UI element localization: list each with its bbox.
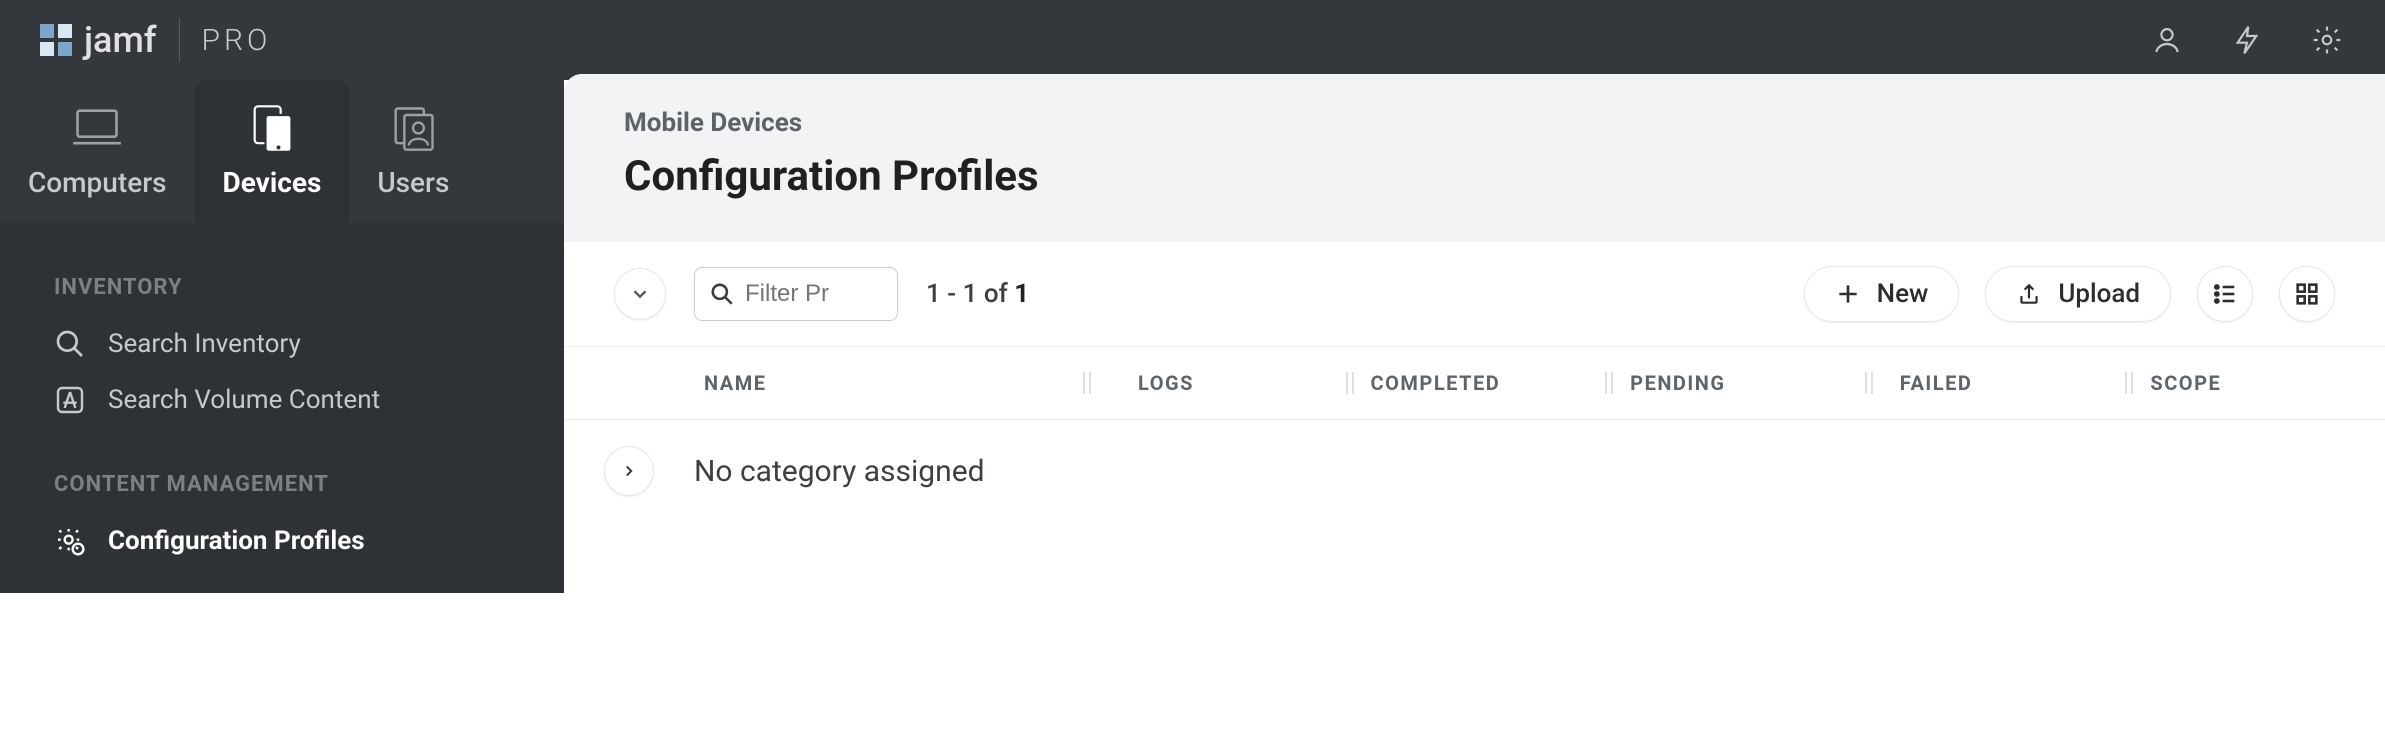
filter-input-wrap[interactable]: [694, 267, 898, 321]
brand-divider: [179, 18, 180, 62]
sidebar-item-label: Configuration Profiles: [108, 526, 365, 556]
bolt-icon[interactable]: [2229, 22, 2265, 58]
brand-wordmark: jamf: [84, 19, 157, 61]
sidebar-sections: INVENTORY Search Inventory Search Volume…: [0, 223, 564, 593]
list-view-button[interactable]: [2197, 266, 2253, 322]
toolbar-right: New Upload: [1804, 266, 2335, 322]
upload-label: Upload: [2058, 279, 2140, 309]
count-total: 1: [1014, 279, 1029, 309]
th-completed[interactable]: COMPLETED: [1361, 371, 1606, 395]
brand: jamf PRO: [40, 18, 271, 62]
brand-pro: PRO: [202, 23, 272, 58]
chevron-right-icon: [620, 462, 638, 480]
sidebar: Computers Devices Users INVENTORY Search…: [0, 80, 564, 593]
search-icon: [54, 328, 86, 360]
tab-users[interactable]: Users: [349, 80, 477, 223]
toolbar-left: 1 - 1 of 1: [614, 267, 1029, 321]
sidebar-heading-inventory: INVENTORY: [0, 263, 564, 316]
account-icon[interactable]: [2149, 22, 2185, 58]
count-of-word: of: [984, 279, 1014, 309]
th-scope[interactable]: SCOPE: [2140, 371, 2385, 395]
toolbar: 1 - 1 of 1 New Upload: [564, 241, 2385, 347]
tab-label: Computers: [28, 166, 167, 199]
th-failed[interactable]: FAILED: [1880, 371, 2126, 395]
upload-button[interactable]: Upload: [1985, 266, 2171, 322]
table-row: No category assigned: [564, 420, 2385, 522]
new-button[interactable]: New: [1804, 266, 1960, 322]
upload-icon: [2016, 281, 2042, 307]
table-header: NAME LOGS COMPLETED PENDING FAILED SCOPE: [564, 347, 2385, 420]
expand-all-button[interactable]: [614, 268, 666, 320]
new-label: New: [1877, 279, 1929, 309]
row-category-label: No category assigned: [694, 454, 985, 489]
jamf-logo-icon: [40, 24, 72, 56]
topbar-actions: [2149, 22, 2345, 58]
filter-input[interactable]: [745, 280, 855, 308]
th-logs[interactable]: LOGS: [1098, 371, 1346, 395]
tab-computers[interactable]: Computers: [0, 80, 195, 223]
topbar: jamf PRO: [0, 0, 2385, 80]
grid-icon: [2293, 280, 2321, 308]
count-sep: -: [947, 279, 962, 309]
main: Mobile Devices Configuration Profiles 1 …: [564, 74, 2385, 593]
body: Computers Devices Users INVENTORY Search…: [0, 80, 2385, 593]
sidebar-item-search-inventory[interactable]: Search Inventory: [0, 316, 564, 372]
sidebar-tabs: Computers Devices Users: [0, 80, 564, 223]
brand-logo[interactable]: jamf: [40, 19, 157, 61]
count-from: 1: [926, 279, 941, 309]
gear-badge-icon: [54, 525, 86, 557]
list-icon: [2211, 280, 2239, 308]
main-header: Mobile Devices Configuration Profiles: [564, 74, 2385, 241]
count-to: 1: [963, 279, 978, 309]
users-icon: [387, 102, 439, 154]
sidebar-item-label: Search Volume Content: [108, 385, 380, 415]
gear-icon[interactable]: [2309, 22, 2345, 58]
breadcrumb: Mobile Devices: [624, 108, 2325, 138]
devices-icon: [246, 102, 298, 154]
row-expand-button[interactable]: [604, 446, 654, 496]
page-title: Configuration Profiles: [624, 152, 2325, 201]
result-count: 1 - 1 of 1: [926, 279, 1029, 309]
th-name[interactable]: NAME: [564, 371, 1083, 395]
tab-label: Devices: [223, 166, 322, 199]
laptop-icon: [71, 102, 123, 154]
appstore-icon: [54, 384, 86, 416]
tab-devices[interactable]: Devices: [195, 80, 350, 223]
sidebar-item-search-volume[interactable]: Search Volume Content: [0, 372, 564, 428]
sidebar-heading-content: CONTENT MANAGEMENT: [0, 460, 564, 513]
sidebar-item-config-profiles[interactable]: Configuration Profiles: [0, 513, 564, 569]
chevron-down-icon: [629, 283, 651, 305]
grid-view-button[interactable]: [2279, 266, 2335, 322]
search-icon: [709, 281, 735, 307]
sidebar-item-label: Search Inventory: [108, 329, 301, 359]
tab-label: Users: [377, 166, 449, 199]
plus-icon: [1835, 281, 1861, 307]
th-pending[interactable]: PENDING: [1620, 371, 1865, 395]
